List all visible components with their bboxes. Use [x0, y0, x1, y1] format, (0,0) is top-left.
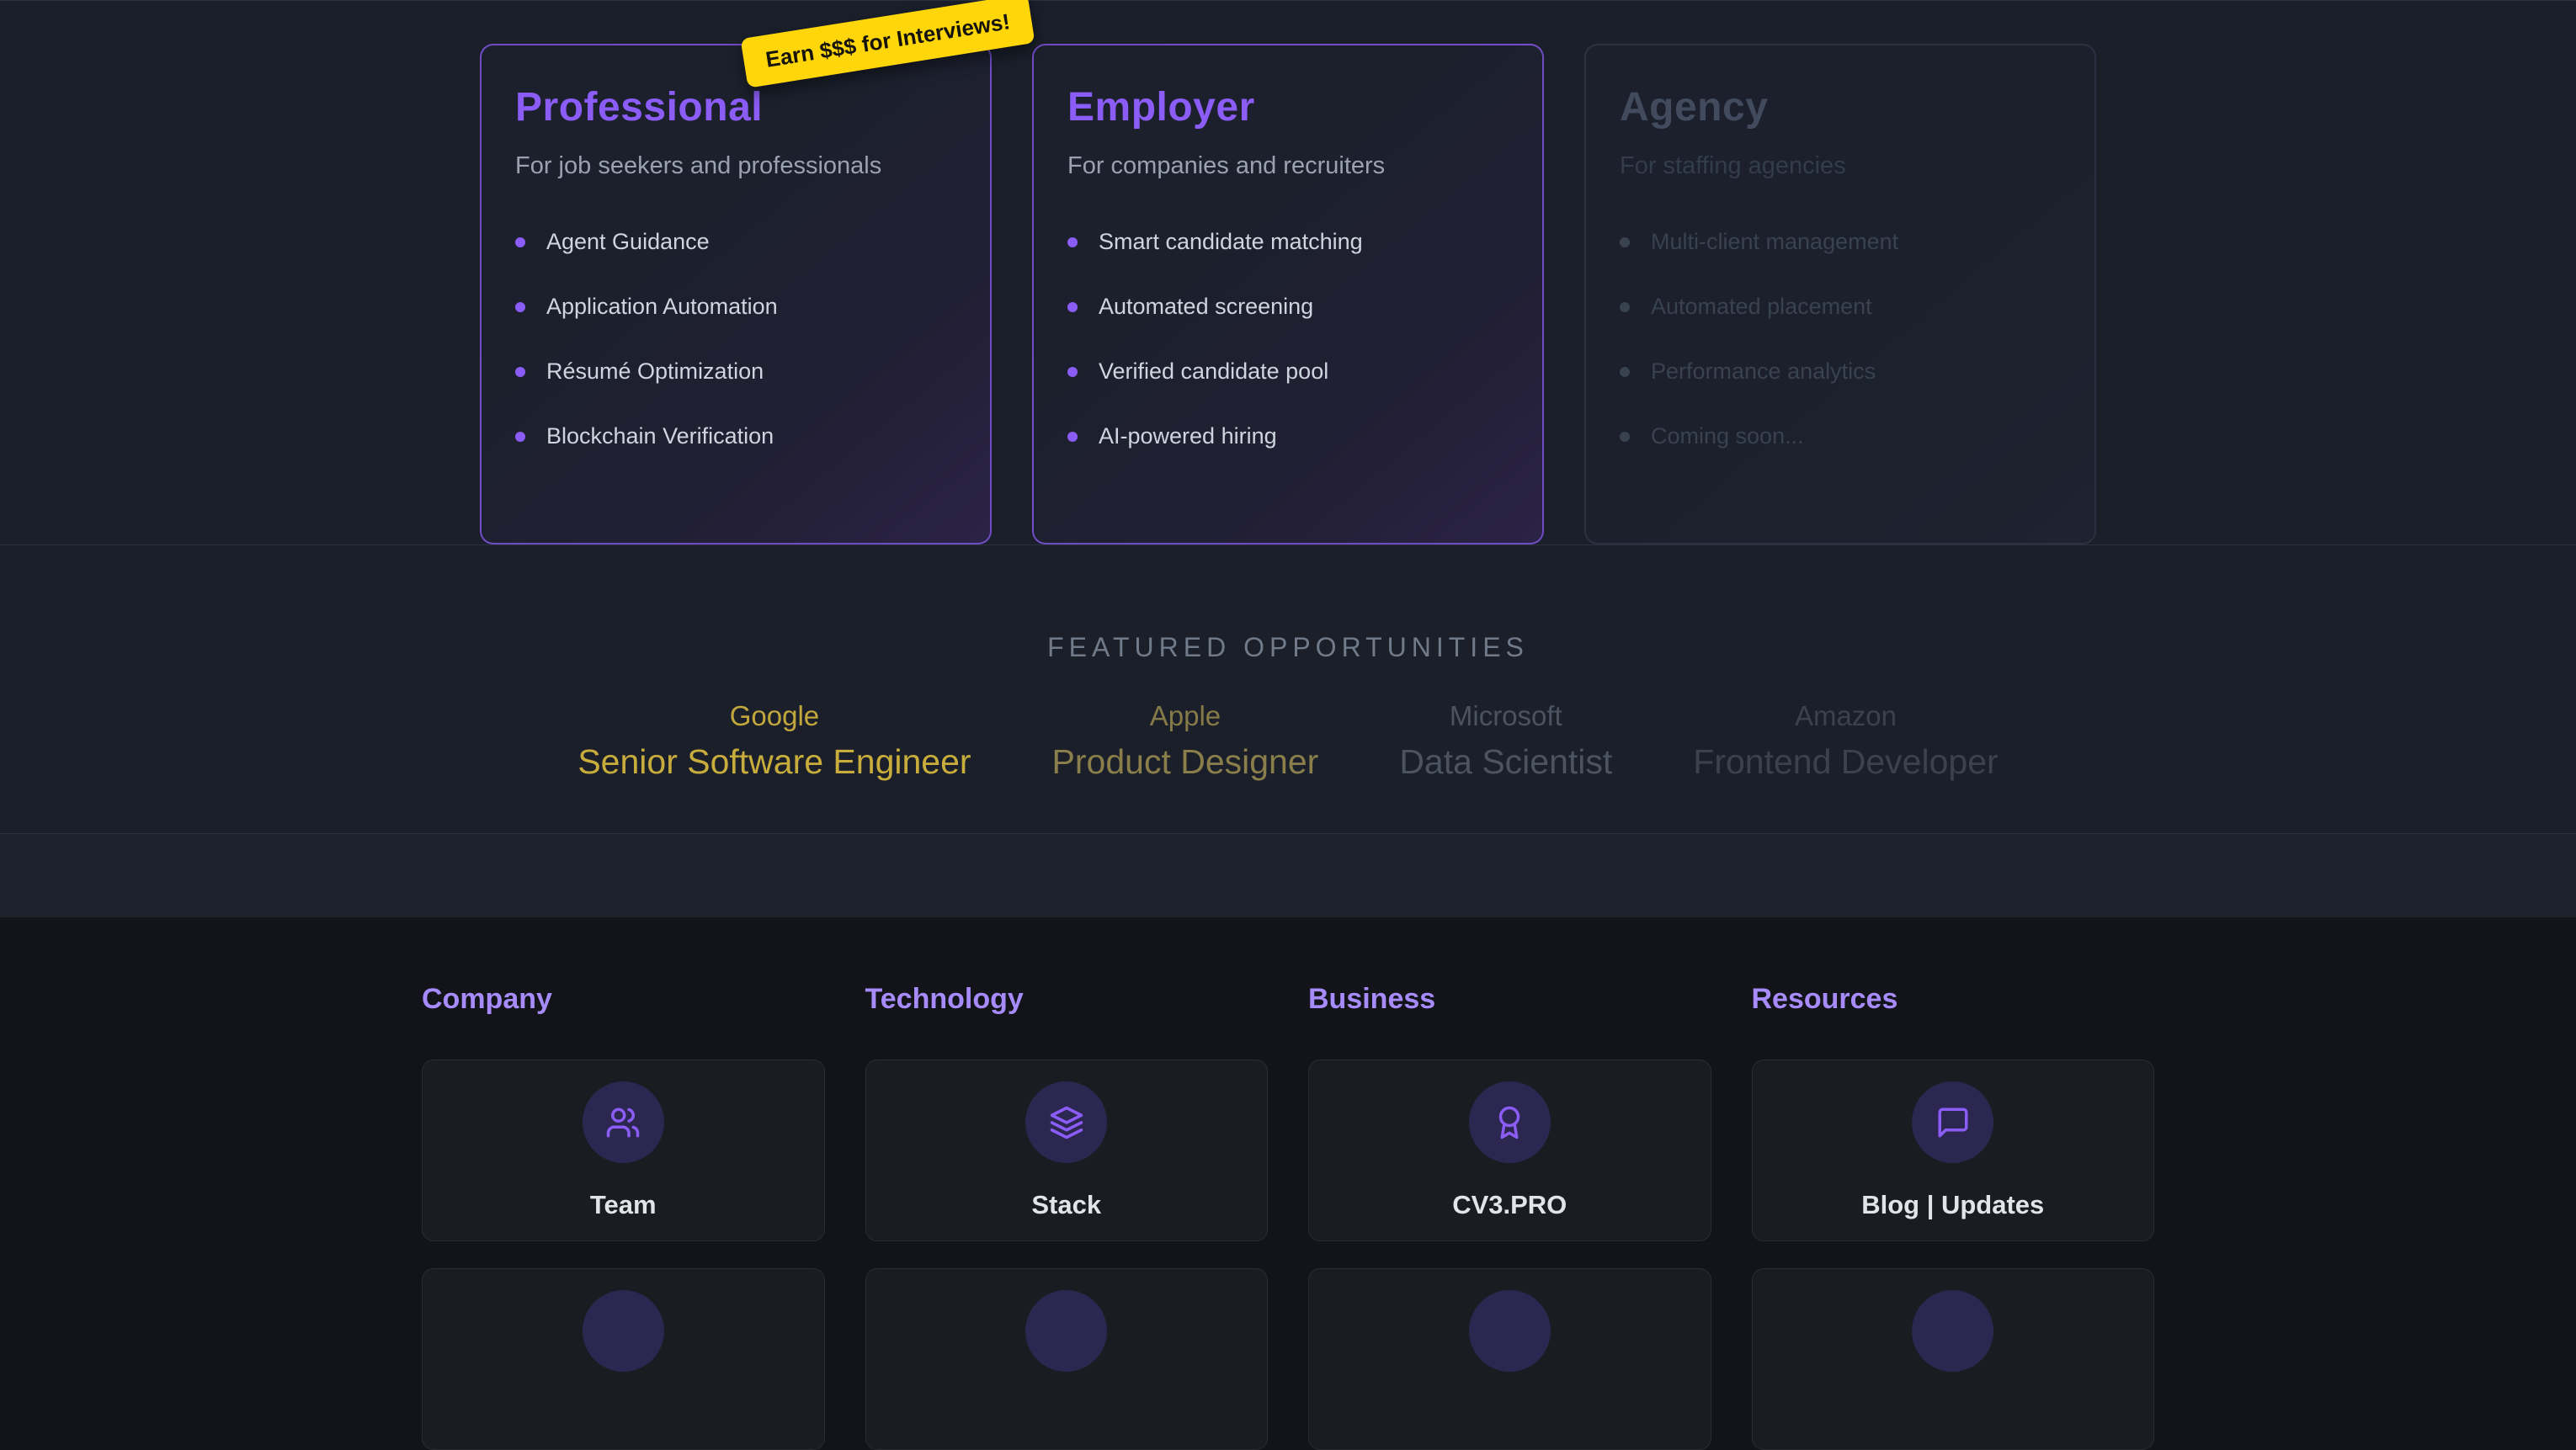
footer-column-resources: Resources Blog | Updates	[1752, 983, 2155, 1450]
placeholder-icon	[583, 1290, 664, 1372]
footer-card-label: Team	[590, 1190, 657, 1220]
feature-label: Performance analytics	[1651, 359, 1876, 385]
footer-column-company: Company Team	[422, 983, 825, 1450]
plans-row: Professional For job seekers and profess…	[0, 1, 2576, 544]
plan-title: Agency	[1620, 84, 2061, 130]
award-icon	[1469, 1081, 1551, 1163]
bullet-icon	[1067, 302, 1078, 312]
bullet-icon	[1067, 367, 1078, 377]
feature-label: Multi-client management	[1651, 229, 1898, 255]
job-company: Apple	[1052, 700, 1319, 732]
featured-job-apple[interactable]: Apple Product Designer	[1052, 700, 1319, 782]
plan-subtitle: For job seekers and professionals	[515, 152, 956, 180]
plans-section: Earn $$$ for Interviews! Professional Fo…	[0, 0, 2576, 545]
feature-label: Automated placement	[1651, 294, 1872, 320]
feature-label: AI-powered hiring	[1099, 423, 1277, 449]
footer-card-partial[interactable]	[422, 1268, 825, 1450]
footer-link-team[interactable]: Team	[422, 1060, 825, 1241]
feature-label: Verified candidate pool	[1099, 359, 1328, 385]
bullet-icon	[1620, 302, 1630, 312]
job-company: Amazon	[1693, 700, 1998, 732]
feature-label: Automated screening	[1099, 294, 1313, 320]
feature-item: Coming soon...	[1620, 423, 2061, 449]
section-divider-band	[0, 834, 2576, 918]
footer-grid: Company Team Technology Stack	[422, 983, 2154, 1450]
plan-title: Professional	[515, 84, 956, 130]
feature-item: AI-powered hiring	[1067, 423, 1509, 449]
featured-job-microsoft[interactable]: Microsoft Data Scientist	[1399, 700, 1612, 782]
bullet-icon	[515, 237, 525, 247]
featured-jobs-row: Google Senior Software Engineer Apple Pr…	[0, 700, 2576, 782]
feature-item: Multi-client management	[1620, 229, 2061, 255]
footer-card-partial[interactable]	[1752, 1268, 2155, 1450]
feature-item: Agent Guidance	[515, 229, 956, 255]
bullet-icon	[1620, 367, 1630, 377]
job-title: Data Scientist	[1399, 742, 1612, 782]
feature-item: Automated placement	[1620, 294, 2061, 320]
plan-card-employer[interactable]: Employer For companies and recruiters Sm…	[1032, 44, 1544, 544]
footer-column-business: Business CV3.PRO	[1308, 983, 1711, 1450]
bullet-icon	[515, 432, 525, 442]
footer-link-blog-updates[interactable]: Blog | Updates	[1752, 1060, 2155, 1241]
footer-column-heading: Resources	[1752, 983, 2155, 1016]
placeholder-icon	[1469, 1290, 1551, 1372]
featured-heading: FEATURED OPPORTUNITIES	[0, 632, 2576, 663]
chat-bubble-icon	[1912, 1081, 1993, 1163]
featured-job-amazon[interactable]: Amazon Frontend Developer	[1693, 700, 1998, 782]
job-company: Microsoft	[1399, 700, 1612, 732]
placeholder-icon	[1025, 1290, 1107, 1372]
footer-card-label: Blog | Updates	[1861, 1190, 2044, 1220]
footer-card-partial[interactable]	[865, 1268, 1269, 1450]
feature-label: Smart candidate matching	[1099, 229, 1363, 255]
job-title: Product Designer	[1052, 742, 1319, 782]
job-title: Frontend Developer	[1693, 742, 1998, 782]
featured-job-google[interactable]: Google Senior Software Engineer	[577, 700, 971, 782]
bullet-icon	[1620, 237, 1630, 247]
footer-column-technology: Technology Stack	[865, 983, 1269, 1450]
footer-column-heading: Company	[422, 983, 825, 1016]
bullet-icon	[1067, 237, 1078, 247]
layers-icon	[1025, 1081, 1107, 1163]
feature-label: Blockchain Verification	[546, 423, 774, 449]
plan-subtitle: For companies and recruiters	[1067, 152, 1509, 180]
feature-item: Application Automation	[515, 294, 956, 320]
footer-card-label: Stack	[1031, 1190, 1101, 1220]
footer-card-label: CV3.PRO	[1452, 1190, 1567, 1220]
placeholder-icon	[1912, 1290, 1993, 1372]
footer-link-cv3pro[interactable]: CV3.PRO	[1308, 1060, 1711, 1241]
job-company: Google	[577, 700, 971, 732]
users-icon	[583, 1081, 664, 1163]
footer-column-heading: Business	[1308, 983, 1711, 1016]
plan-feature-list: Multi-client management Automated placem…	[1620, 229, 2061, 449]
site-footer: Company Team Technology Stack	[0, 917, 2576, 1450]
feature-label: Résumé Optimization	[546, 359, 764, 385]
feature-item: Blockchain Verification	[515, 423, 956, 449]
plan-title: Employer	[1067, 84, 1509, 130]
footer-link-stack[interactable]: Stack	[865, 1060, 1269, 1241]
feature-label: Agent Guidance	[546, 229, 710, 255]
feature-label: Application Automation	[546, 294, 778, 320]
feature-item: Performance analytics	[1620, 359, 2061, 385]
bullet-icon	[1067, 432, 1078, 442]
footer-card-partial[interactable]	[1308, 1268, 1711, 1450]
bullet-icon	[515, 302, 525, 312]
featured-opportunities-section: FEATURED OPPORTUNITIES Google Senior Sof…	[0, 545, 2576, 834]
plan-card-agency: Agency For staffing agencies Multi-clien…	[1584, 44, 2096, 544]
plan-feature-list: Smart candidate matching Automated scree…	[1067, 229, 1509, 449]
plan-subtitle: For staffing agencies	[1620, 152, 2061, 180]
job-title: Senior Software Engineer	[577, 742, 971, 782]
plan-feature-list: Agent Guidance Application Automation Ré…	[515, 229, 956, 449]
feature-item: Smart candidate matching	[1067, 229, 1509, 255]
bullet-icon	[1620, 432, 1630, 442]
footer-column-heading: Technology	[865, 983, 1269, 1016]
feature-item: Verified candidate pool	[1067, 359, 1509, 385]
feature-label: Coming soon...	[1651, 423, 1804, 449]
feature-item: Résumé Optimization	[515, 359, 956, 385]
bullet-icon	[515, 367, 525, 377]
feature-item: Automated screening	[1067, 294, 1509, 320]
plan-card-professional[interactable]: Professional For job seekers and profess…	[480, 44, 992, 544]
